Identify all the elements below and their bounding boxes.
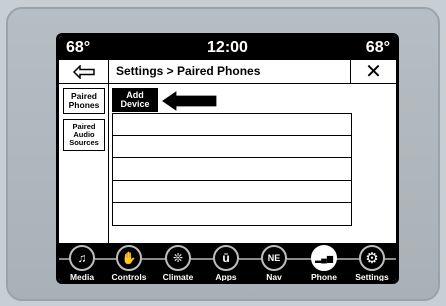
music-note-icon: ♫ [69,245,95,271]
gear-icon: ⚙ [359,245,385,271]
apps-icon: ū [213,245,239,271]
nav-nav-label: Nav [266,272,282,282]
breadcrumb: Settings > Paired Phones [116,64,261,78]
list-item[interactable] [112,203,352,226]
add-device-button[interactable]: Add Device [112,88,158,112]
nav-media[interactable]: ♫ Media [60,245,104,282]
bottom-nav-bar: ♫ Media ✋ Controls ❊ Climate ū Apps NE N… [59,243,396,282]
touchscreen: 68° 12:00 68° Settings > Paired Phones ✕… [56,33,399,284]
nav-apps[interactable]: ū Apps [204,245,248,282]
back-arrow-icon [72,64,95,79]
list-item[interactable] [112,135,352,158]
compass-icon: NE [261,245,287,271]
tab-paired-audio-sources[interactable]: Paired Audio Sources [63,119,105,151]
nav-settings[interactable]: ⚙ Settings [350,245,394,282]
nav-phone-label: Phone [311,272,337,282]
device-list [112,113,352,226]
nav-phone[interactable]: ▂▄▆ Phone [302,245,346,282]
nav-climate-label: Climate [162,272,194,282]
side-nav: Paired Phones Paired Audio Sources [59,84,109,244]
close-button[interactable]: ✕ [350,60,396,83]
nav-controls-label: Controls [111,272,147,282]
phone-signal-icon: ▂▄▆ [311,245,337,271]
list-item[interactable] [112,180,352,203]
back-button[interactable] [59,60,109,83]
nav-apps-label: Apps [215,272,237,282]
status-bar: 68° 12:00 68° [59,36,396,60]
seat-controls-icon: ✋ [116,245,142,271]
nav-controls[interactable]: ✋ Controls [107,245,151,282]
nav-media-label: Media [69,272,95,282]
tab-paired-phones[interactable]: Paired Phones [63,88,105,114]
passenger-temperature[interactable]: 68° [366,39,390,57]
nav-climate[interactable]: ❊ Climate [156,245,200,282]
pointer-arrow-icon [159,89,218,113]
nav-settings-label: Settings [355,272,389,282]
close-icon: ✕ [365,60,382,83]
header-bar: Settings > Paired Phones ✕ [59,60,396,84]
list-item[interactable] [112,158,352,181]
nav-nav[interactable]: NE Nav [252,245,296,282]
clock: 12:00 [207,39,248,56]
list-item[interactable] [112,113,352,136]
climate-fan-icon: ❊ [165,245,191,271]
paired-phones-panel: Add Device [112,88,352,242]
